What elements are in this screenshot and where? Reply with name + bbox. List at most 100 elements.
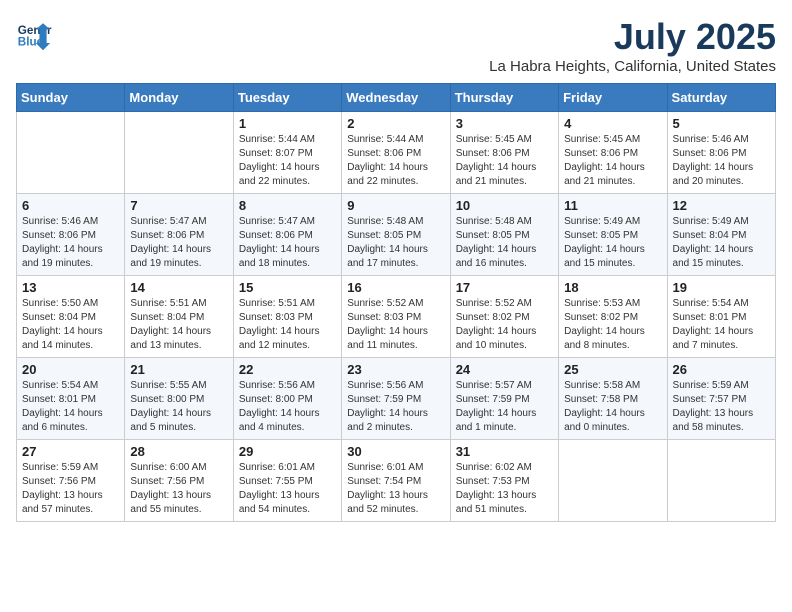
- calendar-cell: 13Sunrise: 5:50 AM Sunset: 8:04 PM Dayli…: [17, 276, 125, 358]
- calendar-cell: 20 Sunrise: 5:54 AM Sunset: 8:01 PM Dayli…: [17, 358, 125, 440]
- day-content: Sunrise: 5:47 AM Sunset: 8:06 PM Dayligh…: [130, 215, 227, 271]
- day-content: Sunrise: 6:01 AM Sunset: 7:54 PM Dayligh…: [347, 461, 444, 517]
- calendar-cell: 28Sunrise: 6:00 AM Sunset: 7:56 PM Dayli…: [125, 440, 233, 522]
- weekday-header-wednesday: Wednesday: [342, 84, 450, 112]
- calendar-cell: 22 Sunrise: 5:56 AM Sunset: 8:00 PM Dayli…: [233, 358, 341, 440]
- page-header: General Blue July 2025 La Habra Heights,…: [16, 16, 776, 75]
- calendar-cell: 31Sunrise: 6:02 AM Sunset: 7:53 PM Dayli…: [450, 440, 558, 522]
- title-block: July 2025 La Habra Heights, California, …: [489, 16, 776, 75]
- weekday-header-row: SundayMondayTuesdayWednesdayThursdayFrid…: [17, 84, 776, 112]
- day-number: 16: [347, 280, 444, 295]
- day-content: Sunrise: 5:54 AM Sunset: 8:01 PM Dayligh…: [673, 297, 770, 353]
- calendar-cell: 24 Sunrise: 5:57 AM Sunset: 7:59 PM Dayli…: [450, 358, 558, 440]
- day-content: Sunrise: 5:57 AM Sunset: 7:59 PM Dayligh…: [456, 379, 553, 435]
- day-content: Sunrise: 5:55 AM Sunset: 8:00 PM Dayligh…: [130, 379, 227, 435]
- day-number: 23: [347, 362, 444, 377]
- calendar-cell: 19 Sunrise: 5:54 AM Sunset: 8:01 PM Dayli…: [667, 276, 775, 358]
- day-number: 5: [673, 116, 770, 131]
- day-number: 10: [456, 198, 553, 213]
- week-row-4: 20 Sunrise: 5:54 AM Sunset: 8:01 PM Dayli…: [17, 358, 776, 440]
- weekday-header-tuesday: Tuesday: [233, 84, 341, 112]
- day-number: 9: [347, 198, 444, 213]
- calendar-cell: 16 Sunrise: 5:52 AM Sunset: 8:03 PM Dayli…: [342, 276, 450, 358]
- location-title: La Habra Heights, California, United Sta…: [489, 58, 776, 75]
- calendar-cell: 1 Sunrise: 5:44 AM Sunset: 8:07 PM Daylig…: [233, 112, 341, 194]
- day-content: Sunrise: 5:56 AM Sunset: 8:00 PM Dayligh…: [239, 379, 336, 435]
- calendar-cell: 29 Sunrise: 6:01 AM Sunset: 7:55 PM Dayli…: [233, 440, 341, 522]
- weekday-header-friday: Friday: [559, 84, 667, 112]
- day-number: 19: [673, 280, 770, 295]
- day-number: 6: [22, 198, 119, 213]
- day-content: Sunrise: 5:49 AM Sunset: 8:05 PM Dayligh…: [564, 215, 661, 271]
- week-row-3: 13Sunrise: 5:50 AM Sunset: 8:04 PM Dayli…: [17, 276, 776, 358]
- day-number: 1: [239, 116, 336, 131]
- calendar-cell: [17, 112, 125, 194]
- calendar-cell: [559, 440, 667, 522]
- day-number: 21: [130, 362, 227, 377]
- day-content: Sunrise: 5:54 AM Sunset: 8:01 PM Dayligh…: [22, 379, 119, 435]
- calendar-cell: 21 Sunrise: 5:55 AM Sunset: 8:00 PM Dayli…: [125, 358, 233, 440]
- calendar-cell: 2 Sunrise: 5:44 AM Sunset: 8:06 PM Daylig…: [342, 112, 450, 194]
- day-content: Sunrise: 6:02 AM Sunset: 7:53 PM Dayligh…: [456, 461, 553, 517]
- calendar-cell: 9 Sunrise: 5:48 AM Sunset: 8:05 PM Daylig…: [342, 194, 450, 276]
- day-content: Sunrise: 5:51 AM Sunset: 8:04 PM Dayligh…: [130, 297, 227, 353]
- day-content: Sunrise: 5:47 AM Sunset: 8:06 PM Dayligh…: [239, 215, 336, 271]
- day-number: 30: [347, 444, 444, 459]
- day-number: 3: [456, 116, 553, 131]
- day-number: 22: [239, 362, 336, 377]
- day-number: 15: [239, 280, 336, 295]
- day-content: Sunrise: 5:52 AM Sunset: 8:02 PM Dayligh…: [456, 297, 553, 353]
- day-content: Sunrise: 5:44 AM Sunset: 8:06 PM Dayligh…: [347, 133, 444, 189]
- day-content: Sunrise: 5:48 AM Sunset: 8:05 PM Dayligh…: [347, 215, 444, 271]
- day-number: 7: [130, 198, 227, 213]
- day-content: Sunrise: 5:59 AM Sunset: 7:57 PM Dayligh…: [673, 379, 770, 435]
- calendar-cell: 6 Sunrise: 5:46 AM Sunset: 8:06 PM Daylig…: [17, 194, 125, 276]
- day-content: Sunrise: 5:56 AM Sunset: 7:59 PM Dayligh…: [347, 379, 444, 435]
- calendar-cell: 12Sunrise: 5:49 AM Sunset: 8:04 PM Dayli…: [667, 194, 775, 276]
- calendar-cell: 3 Sunrise: 5:45 AM Sunset: 8:06 PM Daylig…: [450, 112, 558, 194]
- logo: General Blue: [16, 16, 52, 52]
- day-number: 18: [564, 280, 661, 295]
- day-content: Sunrise: 5:50 AM Sunset: 8:04 PM Dayligh…: [22, 297, 119, 353]
- day-number: 29: [239, 444, 336, 459]
- day-content: Sunrise: 5:59 AM Sunset: 7:56 PM Dayligh…: [22, 461, 119, 517]
- day-content: Sunrise: 5:49 AM Sunset: 8:04 PM Dayligh…: [673, 215, 770, 271]
- logo-icon: General Blue: [16, 16, 52, 52]
- day-content: Sunrise: 5:46 AM Sunset: 8:06 PM Dayligh…: [22, 215, 119, 271]
- calendar-cell: 23 Sunrise: 5:56 AM Sunset: 7:59 PM Dayli…: [342, 358, 450, 440]
- calendar-cell: 8 Sunrise: 5:47 AM Sunset: 8:06 PM Daylig…: [233, 194, 341, 276]
- calendar-cell: [125, 112, 233, 194]
- day-content: Sunrise: 5:52 AM Sunset: 8:03 PM Dayligh…: [347, 297, 444, 353]
- week-row-5: 27Sunrise: 5:59 AM Sunset: 7:56 PM Dayli…: [17, 440, 776, 522]
- day-number: 24: [456, 362, 553, 377]
- calendar-cell: 26 Sunrise: 5:59 AM Sunset: 7:57 PM Dayli…: [667, 358, 775, 440]
- day-number: 20: [22, 362, 119, 377]
- day-number: 28: [130, 444, 227, 459]
- calendar-table: SundayMondayTuesdayWednesdayThursdayFrid…: [16, 83, 776, 522]
- calendar-cell: 11Sunrise: 5:49 AM Sunset: 8:05 PM Dayli…: [559, 194, 667, 276]
- day-content: Sunrise: 5:48 AM Sunset: 8:05 PM Dayligh…: [456, 215, 553, 271]
- calendar-cell: 17 Sunrise: 5:52 AM Sunset: 8:02 PM Dayli…: [450, 276, 558, 358]
- calendar-cell: 30 Sunrise: 6:01 AM Sunset: 7:54 PM Dayli…: [342, 440, 450, 522]
- calendar-cell: [667, 440, 775, 522]
- day-number: 25: [564, 362, 661, 377]
- day-content: Sunrise: 5:58 AM Sunset: 7:58 PM Dayligh…: [564, 379, 661, 435]
- weekday-header-sunday: Sunday: [17, 84, 125, 112]
- weekday-header-monday: Monday: [125, 84, 233, 112]
- day-content: Sunrise: 5:44 AM Sunset: 8:07 PM Dayligh…: [239, 133, 336, 189]
- day-number: 2: [347, 116, 444, 131]
- day-content: Sunrise: 5:45 AM Sunset: 8:06 PM Dayligh…: [456, 133, 553, 189]
- day-number: 26: [673, 362, 770, 377]
- day-number: 17: [456, 280, 553, 295]
- calendar-cell: 5 Sunrise: 5:46 AM Sunset: 8:06 PM Daylig…: [667, 112, 775, 194]
- day-content: Sunrise: 6:01 AM Sunset: 7:55 PM Dayligh…: [239, 461, 336, 517]
- month-title: July 2025: [489, 16, 776, 58]
- day-content: Sunrise: 5:46 AM Sunset: 8:06 PM Dayligh…: [673, 133, 770, 189]
- calendar-cell: 18Sunrise: 5:53 AM Sunset: 8:02 PM Dayli…: [559, 276, 667, 358]
- week-row-1: 1 Sunrise: 5:44 AM Sunset: 8:07 PM Daylig…: [17, 112, 776, 194]
- calendar-cell: 15Sunrise: 5:51 AM Sunset: 8:03 PM Dayli…: [233, 276, 341, 358]
- day-number: 4: [564, 116, 661, 131]
- day-number: 8: [239, 198, 336, 213]
- calendar-cell: 14 Sunrise: 5:51 AM Sunset: 8:04 PM Dayli…: [125, 276, 233, 358]
- day-number: 14: [130, 280, 227, 295]
